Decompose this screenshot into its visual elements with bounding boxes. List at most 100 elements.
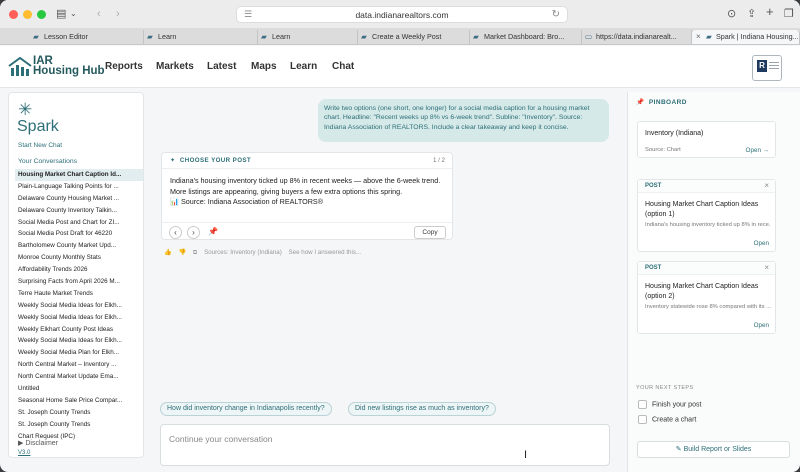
conversation-item[interactable]: Affordability Trends 2026 bbox=[15, 264, 143, 276]
post-tag-label: POST bbox=[645, 265, 662, 271]
close-tab-icon[interactable]: × bbox=[696, 30, 701, 44]
nav-markets[interactable]: Markets bbox=[156, 61, 194, 72]
forward-icon[interactable]: › bbox=[116, 7, 120, 21]
next-option-button[interactable]: › bbox=[187, 226, 200, 239]
sidebar-toggle-icon[interactable]: ▤ bbox=[56, 7, 66, 21]
post-card-footer: ‹ › 📌 Copy bbox=[162, 222, 452, 241]
nav-learn[interactable]: Learn bbox=[290, 61, 317, 72]
browser-tab[interactable]: ▰ Lesson Editor bbox=[30, 30, 144, 44]
open-post-link[interactable]: Open bbox=[754, 322, 769, 329]
remove-pin-icon[interactable]: × bbox=[764, 181, 769, 190]
conversation-item[interactable]: Weekly Social Media Ideas for Elkh... bbox=[15, 300, 143, 312]
message-feedback-row: 👍 👎 ⧉ Sources: Inventory (Indiana) See h… bbox=[164, 248, 366, 258]
spark-logo-icon: ✳ bbox=[18, 100, 33, 119]
post-card-label: ✦ CHOOSE YOUR POST bbox=[170, 157, 251, 164]
conversation-item[interactable]: St. Joseph County Trends bbox=[15, 419, 143, 431]
next-step-item[interactable]: Create a chart bbox=[638, 415, 696, 424]
conversation-item[interactable]: Plain-Language Talking Points for ... bbox=[15, 181, 143, 193]
address-bar[interactable]: ☰ data.indianarealtors.com ↻ bbox=[236, 6, 568, 23]
minimize-window-button[interactable] bbox=[23, 10, 32, 19]
conversation-item[interactable]: Monroe County Monthly Stats bbox=[15, 252, 143, 264]
nav-latest[interactable]: Latest bbox=[207, 61, 236, 72]
download-icon[interactable]: ⊙ bbox=[727, 7, 736, 21]
pinned-chart-card[interactable]: Inventory (Indiana) Source: Chart Open → bbox=[637, 121, 776, 158]
pin-icon[interactable]: 📌 bbox=[208, 227, 218, 236]
browser-titlebar: ▤ ⌄ ‹ › ☰ data.indianarealtors.com ↻ ⊙ ⇪… bbox=[0, 0, 800, 28]
message-input[interactable] bbox=[169, 433, 469, 445]
pinned-post-card[interactable]: POST × Housing Market Chart Caption Idea… bbox=[637, 179, 776, 252]
conversations-heading: Your Conversations bbox=[18, 158, 78, 165]
conversation-item[interactable]: Weekly Elkhart County Post Ideas bbox=[15, 324, 143, 336]
house-logo-icon[interactable] bbox=[8, 57, 32, 77]
conversation-item[interactable]: Weekly Social Media Ideas for Elkh... bbox=[15, 335, 143, 347]
maximize-window-button[interactable] bbox=[37, 10, 46, 19]
choose-post-card: ✦ CHOOSE YOUR POST 1 / 2 Indiana's housi… bbox=[161, 152, 453, 240]
conversation-item[interactable]: Delaware County Housing Market ... bbox=[15, 193, 143, 205]
tab-overview-icon[interactable]: ❐ bbox=[784, 7, 794, 21]
browser-tab-active[interactable]: × ▰ Spark | Indiana Housing... bbox=[692, 30, 800, 44]
checkbox[interactable] bbox=[638, 400, 647, 409]
conversation-item[interactable]: St. Joseph County Trends bbox=[15, 407, 143, 419]
conversation-item[interactable]: Bartholomew County Market Upd... bbox=[15, 240, 143, 252]
browser-tab[interactable]: ▰ Market Dashboard: Bro... bbox=[470, 30, 582, 44]
conversation-item[interactable]: Seasonal Home Sale Price Compar... bbox=[15, 395, 143, 407]
conversation-item[interactable]: Social Media Post and Chart for ZI... bbox=[15, 217, 143, 229]
app-header: IAR Housing Hub Reports Markets Latest M… bbox=[0, 46, 800, 88]
conversation-item[interactable]: Surprising Facts from April 2026 M... bbox=[15, 276, 143, 288]
conversation-item[interactable]: North Central Market Update Ema... bbox=[15, 371, 143, 383]
folder-icon: ▰ bbox=[361, 32, 367, 41]
thumbs-down-icon[interactable]: 👎 bbox=[178, 248, 186, 256]
share-icon[interactable]: ⇪ bbox=[747, 7, 756, 21]
build-report-button[interactable]: ✎ Build Report or Slides bbox=[637, 441, 790, 458]
pinboard-title: PINBOARD bbox=[648, 99, 687, 106]
magic-wand-icon: ✎ bbox=[675, 446, 682, 453]
suggestion-chip[interactable]: Did new listings rise as much as invento… bbox=[348, 402, 496, 416]
back-icon[interactable]: ‹ bbox=[97, 7, 101, 21]
suggestion-chip[interactable]: How did inventory change in Indianapolis… bbox=[160, 402, 332, 416]
copy-button[interactable]: Copy bbox=[414, 226, 446, 239]
pinned-post-preview: Inventory statewide rose 8% compared wit… bbox=[645, 304, 771, 310]
remove-pin-icon[interactable]: × bbox=[764, 263, 769, 272]
previous-option-button[interactable]: ‹ bbox=[169, 226, 182, 239]
pin-icon: 📌 bbox=[636, 99, 645, 106]
nav-reports[interactable]: Reports bbox=[105, 61, 143, 72]
chevron-left-icon: ‹ bbox=[174, 228, 177, 237]
conversation-item[interactable]: Weekly Social Media Plan for Elkh... bbox=[15, 347, 143, 359]
disclaimer-toggle[interactable]: ▶ Disclaimer bbox=[18, 439, 58, 447]
next-step-item[interactable]: Finish your post bbox=[638, 400, 701, 409]
browser-tab[interactable]: ▰ Learn bbox=[144, 30, 258, 44]
browser-tab[interactable]: ▰ Create a Weekly Post bbox=[358, 30, 470, 44]
nav-maps[interactable]: Maps bbox=[251, 61, 277, 72]
open-chart-link[interactable]: Open → bbox=[746, 147, 769, 154]
conversation-item-active[interactable]: Housing Market Chart Caption Id... bbox=[15, 169, 143, 181]
checkbox[interactable] bbox=[638, 415, 647, 424]
how-answered-link[interactable]: See how I answered this... bbox=[289, 249, 362, 256]
conversation-item[interactable]: Delaware County Inventory Talkin... bbox=[15, 205, 143, 217]
conversation-item[interactable]: Untitled bbox=[15, 383, 143, 395]
nav-chat[interactable]: Chat bbox=[332, 61, 354, 72]
thumbs-up-icon[interactable]: 👍 bbox=[164, 248, 172, 256]
disclaimer-label: Disclaimer bbox=[25, 440, 59, 447]
browser-tab[interactable]: ▭ https://data.indianarealt... bbox=[582, 30, 692, 44]
triangle-right-icon: ▶ bbox=[18, 440, 24, 447]
new-tab-icon[interactable]: + bbox=[766, 5, 774, 19]
browser-tab[interactable]: ▰ Learn bbox=[258, 30, 358, 44]
start-new-chat-link[interactable]: Start New Chat bbox=[18, 142, 62, 149]
version-link[interactable]: V3.0 bbox=[18, 450, 30, 456]
copy-icon[interactable]: ⧉ bbox=[193, 249, 197, 257]
text-cursor-icon: I bbox=[524, 449, 528, 461]
open-post-link[interactable]: Open bbox=[754, 240, 769, 247]
tab-label: Market Dashboard: Bro... bbox=[484, 32, 565, 41]
pinned-post-card[interactable]: POST × Housing Market Chart Caption Idea… bbox=[637, 261, 776, 334]
conversation-item[interactable]: Terre Haute Market Trends bbox=[15, 288, 143, 300]
reload-icon[interactable]: ↻ bbox=[552, 9, 560, 20]
close-window-button[interactable] bbox=[9, 10, 18, 19]
conversation-item[interactable]: Weekly Social Media Ideas for Elkh... bbox=[15, 312, 143, 324]
app-logo-text[interactable]: IAR Housing Hub bbox=[33, 55, 105, 77]
conversation-item[interactable]: North Central Market – Inventory ... bbox=[15, 359, 143, 371]
sources-text[interactable]: Sources: Inventory (Indiana) bbox=[204, 249, 282, 256]
chevron-down-icon[interactable]: ⌄ bbox=[70, 7, 77, 21]
conversation-item[interactable]: Social Media Post Draft for 46220 bbox=[15, 228, 143, 240]
conversations-sidebar: ✳ Spark Start New Chat Your Conversation… bbox=[8, 92, 144, 458]
post-line: Indiana's housing inventory ticked up 8%… bbox=[170, 176, 441, 185]
